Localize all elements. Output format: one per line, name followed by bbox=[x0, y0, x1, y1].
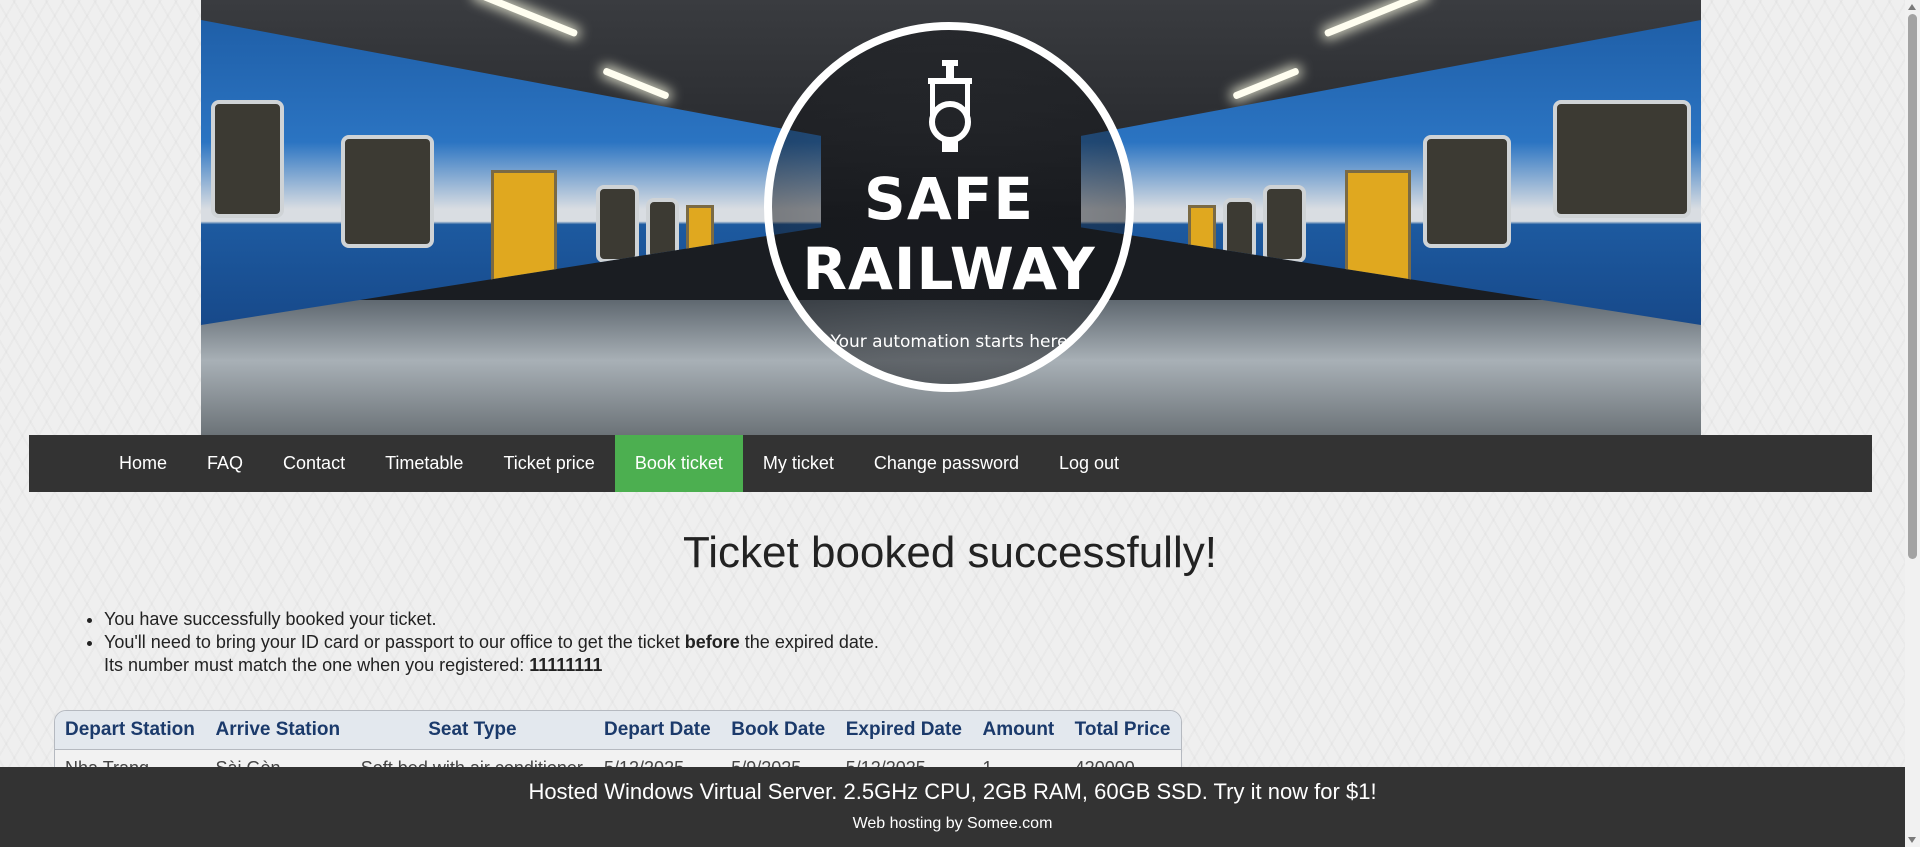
message-text: You'll need to bring your ID card or pas… bbox=[104, 632, 685, 652]
nav-home[interactable]: Home bbox=[99, 435, 187, 492]
table-header-row: Depart Station Arrive Station Seat Type … bbox=[55, 711, 1181, 750]
scrollbar-thumb[interactable] bbox=[1908, 14, 1917, 559]
column-header: Amount bbox=[972, 711, 1065, 750]
locomotive-icon bbox=[928, 60, 972, 152]
column-header: Book Date bbox=[721, 711, 836, 750]
page-title: Ticket booked successfully! bbox=[683, 528, 1217, 577]
main-navigation: Home FAQ Contact Timetable Ticket price … bbox=[29, 435, 1872, 492]
nav-my-ticket[interactable]: My ticket bbox=[743, 435, 854, 492]
logo-text-railway: RAILWAY bbox=[802, 235, 1096, 303]
column-header: Arrive Station bbox=[205, 711, 351, 750]
nav-book-ticket[interactable]: Book ticket bbox=[614, 435, 743, 492]
vertical-scrollbar[interactable] bbox=[1905, 0, 1920, 847]
nav-log-out[interactable]: Log out bbox=[1039, 435, 1139, 492]
column-header: Seat Type bbox=[350, 711, 595, 750]
nav-contact[interactable]: Contact bbox=[263, 435, 365, 492]
message-text: the expired date. bbox=[739, 632, 879, 652]
nav-change-password[interactable]: Change password bbox=[854, 435, 1039, 492]
footer-ad-text[interactable]: Hosted Windows Virtual Server. 2.5GHz CP… bbox=[0, 767, 1905, 805]
scroll-down-icon[interactable] bbox=[1908, 837, 1916, 843]
logo-text-safe: SAFE bbox=[864, 165, 1034, 233]
hosting-footer[interactable]: Hosted Windows Virtual Server. 2.5GHz CP… bbox=[0, 767, 1905, 847]
scroll-up-icon[interactable] bbox=[1908, 4, 1916, 10]
column-header: Expired Date bbox=[835, 711, 973, 750]
message-text: You have successfully booked your ticket… bbox=[104, 609, 437, 629]
column-header: Total Price bbox=[1064, 711, 1181, 750]
success-message-list: You have successfully booked your ticket… bbox=[104, 608, 1004, 677]
message-text: Its number must match the one when you r… bbox=[104, 655, 530, 675]
column-header: Depart Station bbox=[55, 711, 206, 750]
id-instruction-message: You'll need to bring your ID card or pas… bbox=[104, 631, 1004, 677]
nav-timetable[interactable]: Timetable bbox=[365, 435, 483, 492]
column-header: Depart Date bbox=[594, 711, 722, 750]
message-emphasis: before bbox=[684, 632, 740, 652]
nav-ticket-price[interactable]: Ticket price bbox=[483, 435, 614, 492]
header-banner: SAFE RAILWAY Your automation starts here bbox=[201, 0, 1701, 435]
safe-railway-logo: SAFE RAILWAY Your automation starts here bbox=[764, 22, 1134, 392]
logo-tagline: Your automation starts here bbox=[830, 332, 1068, 352]
nav-faq[interactable]: FAQ bbox=[187, 435, 263, 492]
registered-id-number: 11111111 bbox=[529, 655, 603, 675]
success-message: You have successfully booked your ticket… bbox=[104, 608, 1004, 631]
footer-hosting-link[interactable]: Web hosting by Somee.com bbox=[0, 805, 1905, 833]
